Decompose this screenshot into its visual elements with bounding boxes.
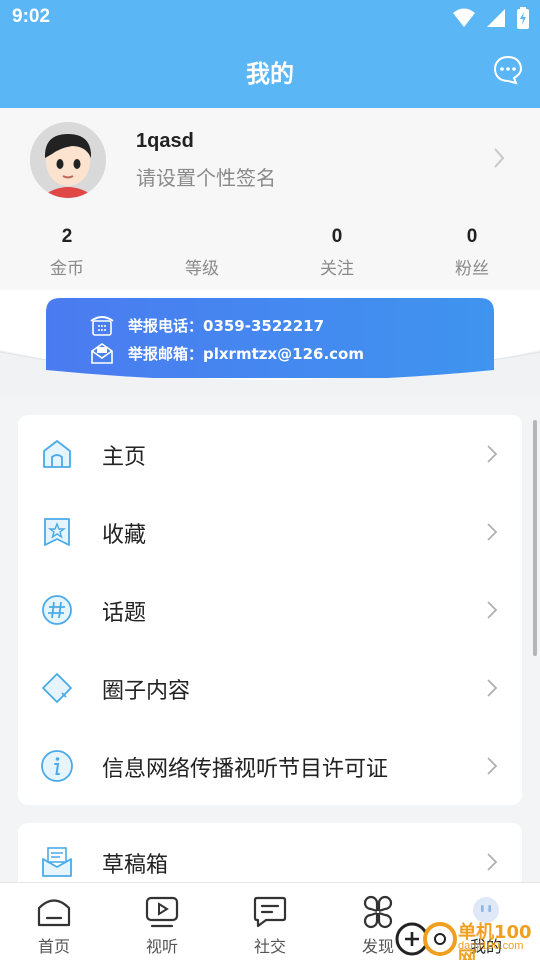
menu-item-label: 主页: [102, 445, 147, 470]
avatar-image: [30, 122, 106, 198]
menu-item-circle-content[interactable]: 圈子内容: [18, 649, 522, 727]
menu-item-label: 信息网络传播视听节目许可证: [102, 757, 389, 782]
menu-card: 主页 收藏 话题 圈子内容 信息网络传播视听节目许可证: [18, 415, 522, 805]
menu-item-label: 话题: [102, 601, 147, 626]
username: 1qasd: [136, 130, 194, 152]
menu-item-license[interactable]: 信息网络传播视听节目许可证: [18, 727, 522, 805]
menu-item-label: 草稿箱: [102, 853, 169, 878]
stat-following[interactable]: 0 关注: [287, 226, 387, 279]
battery-icon: [517, 7, 529, 29]
status-icons: [452, 6, 530, 30]
info-icon: [41, 750, 73, 782]
chevron-right-icon: [487, 757, 498, 775]
tab-home[interactable]: 首页: [14, 883, 94, 960]
stat-value: 0: [331, 226, 343, 247]
watermark-subtext: danji100.com: [458, 940, 524, 952]
menu-item-home[interactable]: 主页: [18, 415, 522, 493]
clover-grid-icon: [363, 895, 393, 929]
cell-signal-icon: [487, 9, 505, 27]
stat-value: 2: [61, 226, 73, 247]
stat-label: 粉丝: [455, 259, 489, 279]
watermark-text: 单机100网: [458, 922, 532, 960]
profile-section[interactable]: 1qasd 请设置个性签名 2 金币 等级 0 关注 0 粉丝: [0, 108, 540, 290]
report-banner[interactable]: [46, 298, 494, 378]
signature-text[interactable]: 请设置个性签名: [136, 162, 276, 191]
avatar[interactable]: [30, 122, 106, 198]
tab-video[interactable]: 视听: [122, 883, 202, 960]
bookmark-star-icon: [44, 518, 70, 546]
stat-level[interactable]: 等级: [152, 226, 252, 279]
stat-value: 0: [466, 226, 478, 247]
status-time: 9:02: [12, 6, 51, 27]
stats-row: 2 金币 等级 0 关注 0 粉丝: [0, 226, 540, 282]
telephone-icon: [90, 316, 114, 336]
report-email-text: 举报邮箱：plxrmtzx@126.com: [128, 344, 364, 363]
home-icon: [43, 440, 71, 468]
tab-label: 社交: [253, 937, 286, 956]
chat-bubble-icon[interactable]: [492, 54, 524, 86]
chevron-right-icon: [487, 679, 498, 697]
stat-label: 关注: [320, 259, 354, 279]
diamond-icon: [42, 673, 72, 703]
video-play-icon: [145, 896, 179, 928]
tab-label: 视听: [145, 937, 178, 956]
chevron-right-icon: [487, 853, 498, 871]
stat-coins[interactable]: 2 金币: [17, 226, 117, 279]
page-title: 我的: [246, 60, 294, 88]
chevron-right-icon[interactable]: [492, 146, 506, 170]
menu-item-label: 收藏: [102, 523, 147, 548]
report-phone-text: 举报电话：0359-3522217: [128, 316, 325, 335]
wifi-icon: [453, 8, 475, 27]
home-tab-icon: [37, 899, 71, 927]
mail-icon: [91, 343, 113, 364]
stat-label: 金币: [50, 259, 84, 279]
status-bar: 9:02: [0, 0, 540, 36]
stat-label: 等级: [185, 259, 219, 279]
hashtag-icon: [42, 595, 72, 625]
drafts-box-icon: [42, 847, 72, 877]
top-bar: 我的: [0, 36, 540, 108]
menu-item-favorites[interactable]: 收藏: [18, 493, 522, 571]
report-banner-area: 举报电话：0359-3522217 举报邮箱：plxrmtzx@126.com: [0, 290, 540, 398]
tab-label: 首页: [37, 937, 70, 956]
stat-fans[interactable]: 0 粉丝: [422, 226, 522, 279]
chat-lines-icon: [253, 896, 287, 928]
chevron-right-icon: [487, 523, 498, 541]
menu-item-topics[interactable]: 话题: [18, 571, 522, 649]
report-phone-row[interactable]: 举报电话：0359-3522217: [90, 314, 324, 336]
report-email-row[interactable]: 举报邮箱：plxrmtzx@126.com: [90, 342, 364, 364]
stat-value: [152, 226, 252, 250]
scrollbar[interactable]: [533, 420, 537, 656]
chevron-right-icon: [487, 601, 498, 619]
menu-item-label: 圈子内容: [102, 679, 191, 704]
chevron-right-icon: [487, 445, 498, 463]
tab-social[interactable]: 社交: [230, 883, 310, 960]
